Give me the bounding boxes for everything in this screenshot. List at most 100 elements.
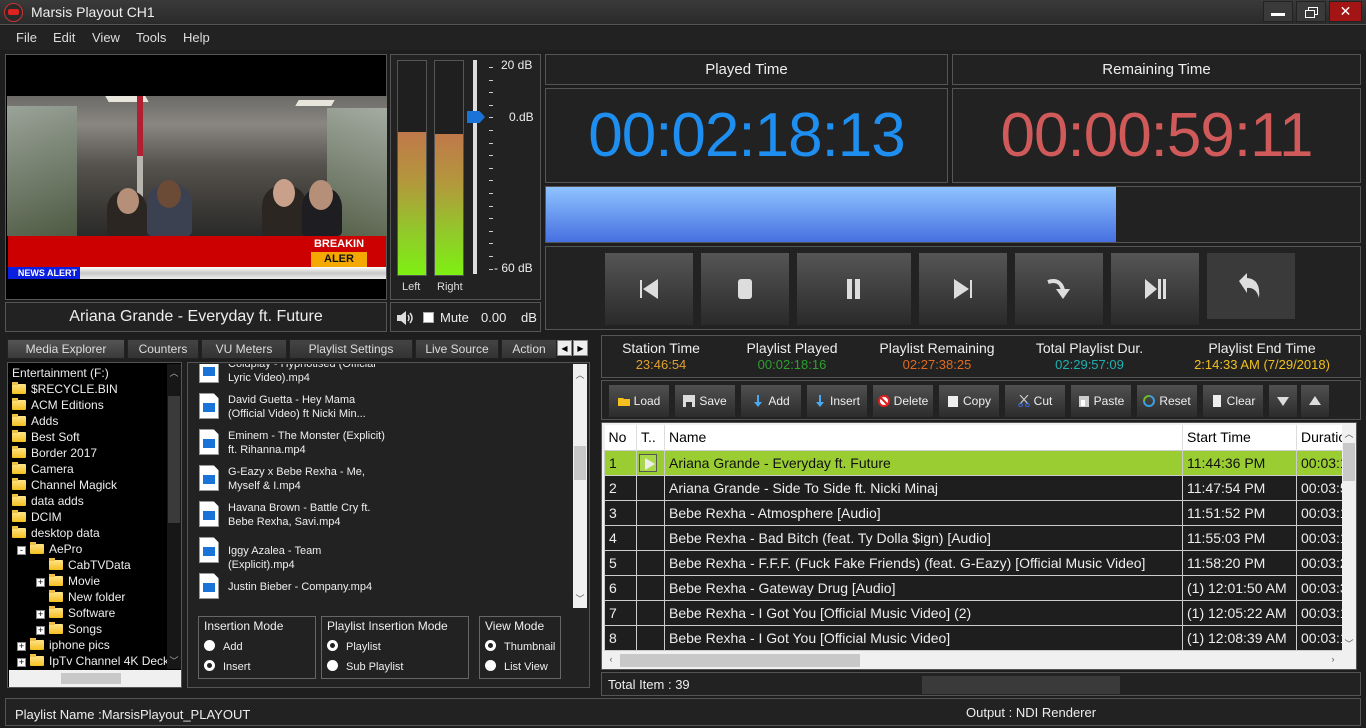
playlist-hscroll[interactable]: ‹ ›: [604, 652, 1342, 669]
playlist-row[interactable]: 3 Bebe Rexha - Atmosphere [Audio] 11:51:52…: [604, 499, 1343, 526]
close-button[interactable]: ✕: [1329, 1, 1362, 22]
stop-button[interactable]: [701, 253, 789, 325]
tree-item[interactable]: - AePro: [17, 541, 82, 557]
cut-button[interactable]: Cut: [1005, 385, 1065, 417]
list-view-radio[interactable]: List View: [485, 660, 548, 673]
expand-icon[interactable]: +: [36, 610, 45, 619]
playlist-row[interactable]: 7 Bebe Rexha - I Got You [Official Music …: [604, 599, 1343, 626]
expand-icon[interactable]: +: [36, 626, 45, 635]
tab-vu-meters[interactable]: VU Meters: [201, 339, 287, 359]
tree-item[interactable]: + IpTv Channel 4K Deckli: [17, 653, 174, 669]
files-vscroll[interactable]: ︿ ﹀: [573, 364, 587, 608]
move-up-button[interactable]: [1301, 385, 1329, 417]
tab-action[interactable]: Action: [501, 339, 557, 359]
clear-button[interactable]: Clear: [1203, 385, 1263, 417]
menu-file[interactable]: File: [16, 30, 37, 45]
mute-checkbox[interactable]: [423, 312, 434, 323]
scroll-up-icon[interactable]: ︿: [573, 368, 587, 381]
playlist-row[interactable]: 6 Bebe Rexha - Gateway Drug [Audio] (1) 12…: [604, 574, 1343, 601]
column-no[interactable]: No: [604, 425, 637, 450]
tab-counters[interactable]: Counters: [127, 339, 199, 359]
tree-item[interactable]: ACM Editions: [12, 397, 104, 413]
tab-scroll-left[interactable]: ◀: [557, 340, 572, 356]
undo-button[interactable]: [1207, 253, 1295, 319]
tree-item[interactable]: + Software: [36, 605, 115, 621]
tree-vscroll[interactable]: ︿ ﹀: [167, 364, 181, 669]
tree-item[interactable]: DCIM: [12, 509, 62, 525]
skip-button[interactable]: [1015, 253, 1103, 325]
tree-vscroll-thumb[interactable]: [168, 396, 180, 523]
tree-hscroll-thumb[interactable]: [61, 673, 121, 684]
move-down-button[interactable]: [1269, 385, 1297, 417]
scroll-right-icon[interactable]: ›: [1328, 654, 1338, 664]
tree-item[interactable]: desktop data: [12, 525, 100, 541]
insertion-insert-radio[interactable]: Insert: [204, 660, 251, 673]
previous-button[interactable]: [605, 253, 693, 325]
add-button[interactable]: Add: [741, 385, 801, 417]
tree-item[interactable]: data adds: [12, 493, 84, 509]
scroll-left-icon[interactable]: ‹: [606, 654, 616, 664]
tab-scroll-right[interactable]: ▶: [573, 340, 588, 356]
tree-item[interactable]: Adds: [12, 413, 58, 429]
thumbnail-radio[interactable]: Thumbnail: [485, 640, 555, 653]
scroll-up-icon[interactable]: ︿: [167, 366, 181, 379]
save-button[interactable]: Save: [675, 385, 735, 417]
files-vscroll-thumb[interactable]: [574, 446, 586, 480]
restore-button[interactable]: [1296, 1, 1326, 22]
tree-item[interactable]: $RECYCLE.BIN: [12, 381, 118, 397]
next-button[interactable]: [919, 253, 1007, 325]
column-type[interactable]: T..: [636, 425, 665, 450]
scroll-up-icon[interactable]: ︿: [1342, 427, 1356, 440]
expand-icon[interactable]: +: [17, 658, 26, 667]
playlist-vscroll[interactable]: ︿ ﹀: [1342, 425, 1356, 651]
sub-playlist-radio[interactable]: Sub Playlist: [327, 660, 403, 673]
playlist-row[interactable]: 8 Bebe Rexha - I Got You [Official Music …: [604, 624, 1343, 651]
gain-slider[interactable]: [473, 60, 477, 274]
playlist-row[interactable]: 1 Ariana Grande - Everyday ft. Future 11:4…: [604, 449, 1343, 476]
tree-hscroll[interactable]: [9, 670, 181, 687]
playlist-row[interactable]: 4 Bebe Rexha - Bad Bitch (feat. Ty Dolla …: [604, 524, 1343, 551]
delete-button[interactable]: Delete: [873, 385, 933, 417]
playlist-row[interactable]: 5 Bebe Rexha - F.F.F. (Fuck Fake Friends)…: [604, 549, 1343, 576]
tab-media-explorer[interactable]: Media Explorer: [7, 339, 125, 359]
tab-live-source[interactable]: Live Source: [415, 339, 499, 359]
tree-item[interactable]: Channel Magick: [12, 477, 117, 493]
menu-edit[interactable]: Edit: [53, 30, 75, 45]
tree-item[interactable]: Border 2017: [12, 445, 97, 461]
tree-item[interactable]: + Songs: [36, 621, 102, 637]
column-start-time[interactable]: Start Time: [1182, 425, 1297, 450]
tree-item[interactable]: CabTVData: [49, 557, 131, 573]
tree-item[interactable]: Entertainment (F:): [12, 365, 109, 381]
column-duration[interactable]: Duratio: [1296, 425, 1343, 450]
tree-item[interactable]: New folder: [49, 589, 125, 605]
menu-view[interactable]: View: [92, 30, 120, 45]
menu-help[interactable]: Help: [183, 30, 210, 45]
pause-button[interactable]: [797, 253, 911, 325]
tree-item[interactable]: Camera: [12, 461, 74, 477]
copy-button[interactable]: Copy: [939, 385, 999, 417]
tree-item[interactable]: + iphone pics: [17, 637, 110, 653]
tree-item[interactable]: + Movie: [36, 573, 100, 589]
playlist-row[interactable]: 2 Ariana Grande - Side To Side ft. Nicki …: [604, 474, 1343, 501]
expand-icon[interactable]: +: [36, 578, 45, 587]
reset-button[interactable]: Reset: [1137, 385, 1197, 417]
gain-slider-thumb[interactable]: [467, 111, 485, 123]
minimize-button[interactable]: [1263, 1, 1293, 22]
scroll-down-icon[interactable]: ﹀: [1342, 637, 1356, 650]
scroll-down-icon[interactable]: ﹀: [167, 654, 181, 667]
speaker-icon[interactable]: [396, 311, 414, 325]
expand-icon[interactable]: +: [17, 642, 26, 651]
playlist-vscroll-thumb[interactable]: [1343, 443, 1355, 481]
load-button[interactable]: Load: [609, 385, 669, 417]
playback-progress[interactable]: [545, 186, 1361, 243]
scroll-down-icon[interactable]: ﹀: [573, 592, 587, 605]
playlist-radio[interactable]: Playlist: [327, 640, 381, 653]
column-name[interactable]: Name: [664, 425, 1183, 450]
tab-playlist-settings[interactable]: Playlist Settings: [289, 339, 413, 359]
playlist-hscroll-thumb[interactable]: [620, 654, 860, 667]
insert-button[interactable]: Insert: [807, 385, 867, 417]
collapse-icon[interactable]: -: [17, 546, 26, 555]
menu-tools[interactable]: Tools: [136, 30, 166, 45]
insertion-add-radio[interactable]: Add: [204, 640, 243, 653]
paste-button[interactable]: Paste: [1071, 385, 1131, 417]
